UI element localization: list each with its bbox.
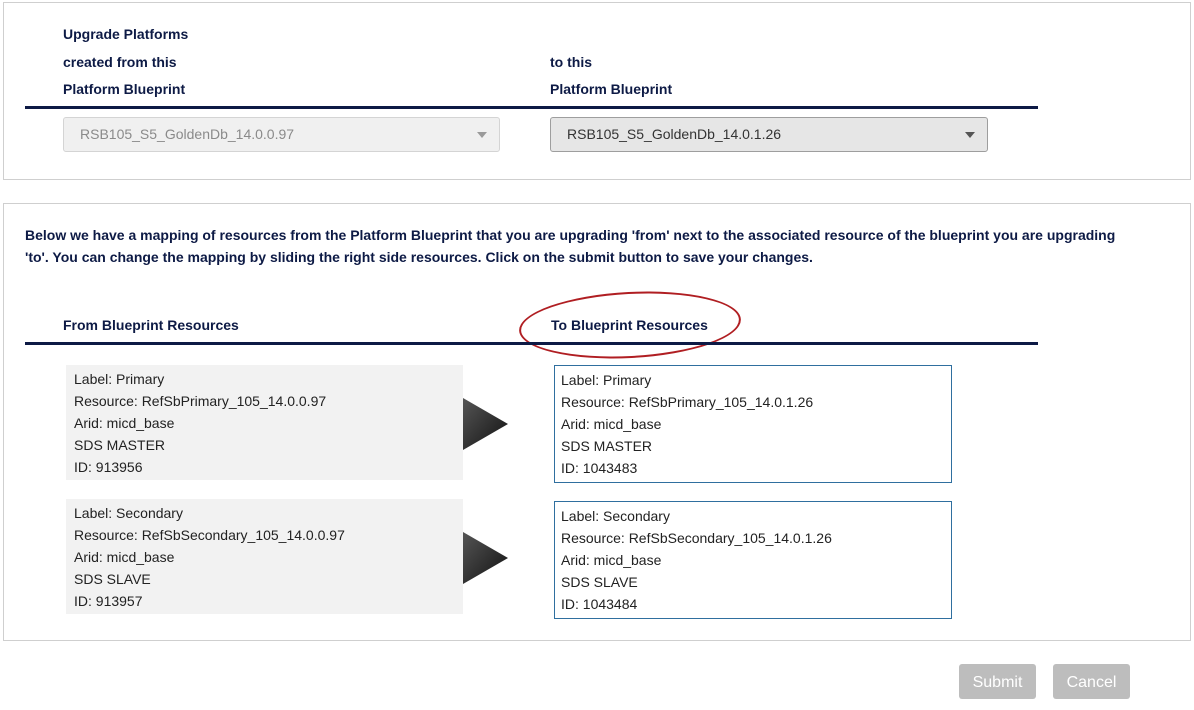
- resource-role: SDS SLAVE: [561, 574, 638, 590]
- mapping-description: Below we have a mapping of resources fro…: [25, 227, 1116, 265]
- to-resource-card[interactable]: Label: Secondary Resource: RefSbSecondar…: [554, 501, 952, 619]
- mapping-divider: [25, 342, 1038, 345]
- resource-role: SDS MASTER: [74, 437, 166, 453]
- cancel-button[interactable]: Cancel: [1053, 664, 1130, 699]
- resource-role: SDS MASTER: [561, 438, 653, 454]
- header-divider: [25, 106, 1038, 109]
- resource-role: SDS SLAVE: [74, 571, 151, 587]
- from-resource-card: Label: Secondary Resource: RefSbSecondar…: [66, 499, 463, 614]
- from-caption-line2: Platform Blueprint: [63, 81, 186, 97]
- resource-label: Label: Secondary: [561, 508, 670, 524]
- resource-id: ID: 1043484: [561, 596, 638, 612]
- from-resources-header: From Blueprint Resources: [63, 317, 239, 333]
- to-resource-card[interactable]: Label: Primary Resource: RefSbPrimary_10…: [554, 365, 952, 483]
- play-arrow-icon: [463, 532, 508, 584]
- to-caption-line2: Platform Blueprint: [550, 81, 673, 97]
- resource-arid: Arid: micd_base: [74, 549, 175, 565]
- resource-arid: Arid: micd_base: [561, 552, 662, 568]
- from-caption-line1: created from this: [63, 54, 177, 70]
- resource-arid: Arid: micd_base: [561, 416, 662, 432]
- submit-button[interactable]: Submit: [959, 664, 1036, 699]
- play-arrow-icon: [463, 398, 508, 450]
- to-blueprint-value: RSB105_S5_GoldenDb_14.0.1.26: [567, 126, 782, 142]
- from-blueprint-value: RSB105_S5_GoldenDb_14.0.0.97: [80, 126, 295, 142]
- resource-id: ID: 913956: [74, 459, 143, 475]
- from-resource-card: Label: Primary Resource: RefSbPrimary_10…: [66, 365, 463, 480]
- to-blueprint-select[interactable]: RSB105_S5_GoldenDb_14.0.1.26: [550, 117, 988, 152]
- resource-label: Label: Secondary: [74, 505, 183, 521]
- resource-name: Resource: RefSbSecondary_105_14.0.0.97: [74, 527, 345, 543]
- page-title: Upgrade Platforms: [63, 26, 189, 42]
- resource-label: Label: Primary: [74, 371, 165, 387]
- resource-label: Label: Primary: [561, 372, 652, 388]
- resource-name: Resource: RefSbSecondary_105_14.0.1.26: [561, 530, 832, 546]
- chevron-down-icon: [477, 132, 487, 138]
- chevron-down-icon[interactable]: [965, 132, 975, 138]
- resource-name: Resource: RefSbPrimary_105_14.0.0.97: [74, 393, 327, 409]
- to-caption-line1: to this: [550, 54, 592, 70]
- resource-arid: Arid: micd_base: [74, 415, 175, 431]
- resource-name: Resource: RefSbPrimary_105_14.0.1.26: [561, 394, 814, 410]
- from-blueprint-select: RSB105_S5_GoldenDb_14.0.0.97: [63, 117, 500, 152]
- resource-id: ID: 913957: [74, 593, 143, 609]
- resource-id: ID: 1043483: [561, 460, 638, 476]
